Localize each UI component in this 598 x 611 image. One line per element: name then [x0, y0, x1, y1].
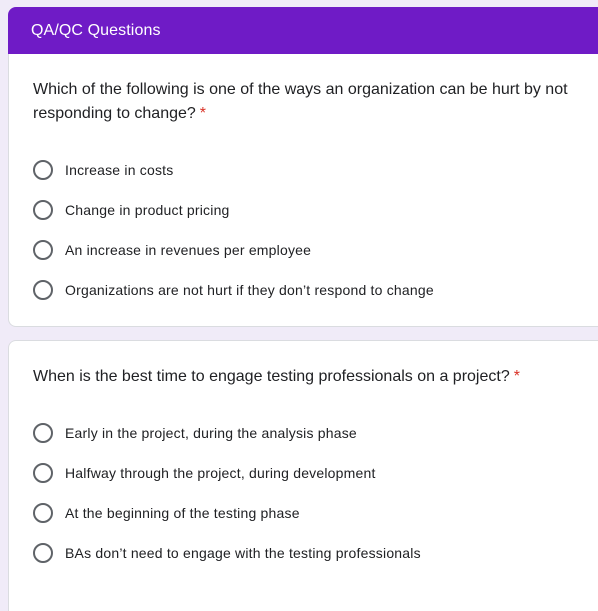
question-card-2: When is the best time to engage testing … [8, 340, 598, 611]
radio-group: Increase in costs Change in product pric… [33, 150, 598, 310]
section-title: QA/QC Questions [31, 21, 161, 39]
radio-option-label[interactable]: At the beginning of the testing phase [65, 505, 300, 521]
radio-option-label[interactable]: Halfway through the project, during deve… [65, 465, 376, 481]
radio-button-icon[interactable] [33, 240, 53, 260]
radio-option[interactable]: Increase in costs [33, 150, 598, 190]
question-title: When is the best time to engage testing … [33, 365, 590, 389]
radio-button-icon[interactable] [33, 280, 53, 300]
required-asterisk: * [513, 368, 520, 385]
radio-button-icon[interactable] [33, 463, 53, 483]
radio-button-icon[interactable] [33, 503, 53, 523]
radio-option[interactable]: At the beginning of the testing phase [33, 493, 598, 533]
required-asterisk: * [199, 105, 207, 122]
question-title: Which of the following is one of the way… [33, 78, 590, 126]
radio-group: Early in the project, during the analysi… [33, 413, 598, 573]
radio-button-icon[interactable] [33, 200, 53, 220]
radio-option-label[interactable]: BAs don’t need to engage with the testin… [65, 545, 421, 561]
radio-option-label[interactable]: Organizations are not hurt if they don’t… [65, 282, 434, 298]
radio-option-label[interactable]: Change in product pricing [65, 202, 230, 218]
radio-option[interactable]: Change in product pricing [33, 190, 598, 230]
section-header: QA/QC Questions [8, 7, 598, 54]
radio-button-icon[interactable] [33, 423, 53, 443]
radio-option[interactable]: Halfway through the project, during deve… [33, 453, 598, 493]
radio-option[interactable]: BAs don’t need to engage with the testin… [33, 533, 598, 573]
question-text: Which of the following is one of the way… [33, 81, 568, 122]
radio-option[interactable]: An increase in revenues per employee [33, 230, 598, 270]
radio-option-label[interactable]: Increase in costs [65, 162, 173, 178]
radio-option-label[interactable]: Early in the project, during the analysi… [65, 425, 357, 441]
radio-button-icon[interactable] [33, 543, 53, 563]
radio-option[interactable]: Early in the project, during the analysi… [33, 413, 598, 453]
radio-option-label[interactable]: An increase in revenues per employee [65, 242, 311, 258]
question-card-1: Which of the following is one of the way… [8, 54, 598, 327]
radio-button-icon[interactable] [33, 160, 53, 180]
radio-option[interactable]: Organizations are not hurt if they don’t… [33, 270, 598, 310]
question-text: When is the best time to engage testing … [33, 368, 510, 385]
